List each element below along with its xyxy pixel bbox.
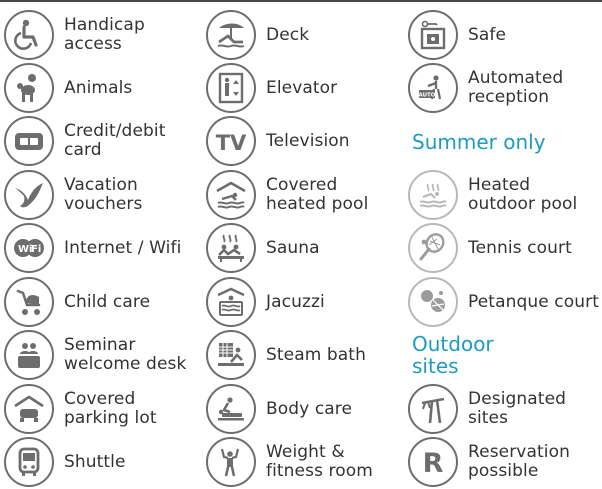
amenity-label: Handicap access (64, 15, 145, 54)
amenity-internet-wifi: Wi Fi Internet / Wifi (4, 221, 181, 275)
amenity-credit-card: Credit/debit card (4, 114, 179, 168)
amenity-label: Covered heated pool (266, 175, 369, 214)
amenity-petanque-court: Petanque court (408, 275, 599, 329)
amenity-label: Automated reception (468, 68, 564, 107)
amenity-vacation-vouchers: Vacation vouchers (4, 168, 164, 222)
reservation-letter: R (423, 448, 444, 479)
amenity-label: Covered parking lot (64, 389, 157, 428)
safe-icon (408, 10, 458, 60)
amenity-tennis-court: Tennis court (408, 221, 572, 275)
massage-icon (206, 384, 256, 434)
amenity-television: TV Television (206, 114, 350, 168)
people-desk-icon (4, 330, 54, 380)
amenity-animals: Animals (4, 61, 132, 115)
amenity-handicap-access: Handicap access (4, 8, 206, 62)
bus-icon (4, 437, 54, 487)
amenity-label: Heated outdoor pool (468, 175, 578, 214)
heated-outdoor-pool-icon (408, 170, 458, 220)
auto-reception-icon: AUTO (408, 63, 458, 113)
amenity-label: Petanque court (468, 291, 599, 312)
amenity-label: Tennis court (468, 237, 572, 258)
amenity-label: Steam bath (266, 344, 366, 365)
amenity-label: Credit/debit card (64, 121, 166, 160)
tv-icon: TV (206, 116, 256, 166)
amenity-label: Internet / Wifi (64, 237, 182, 258)
reservation-icon: R (408, 437, 458, 487)
amenity-deck: Deck (206, 8, 309, 62)
stroller-icon (4, 277, 54, 327)
top-divider (0, 0, 602, 2)
sauna-icon (206, 223, 256, 273)
amenity-automated-reception: AUTO Automated reception (408, 61, 568, 115)
amenity-label: Vacation vouchers (64, 175, 143, 214)
poodle-icon (4, 63, 54, 113)
amenity-designated-sites: Designated sites (408, 382, 602, 436)
amenity-covered-parking: Covered parking lot (4, 382, 194, 436)
jacuzzi-icon (206, 277, 256, 327)
amenity-label: Shuttle (64, 451, 126, 472)
wheelchair-icon (4, 10, 54, 60)
amenity-sauna: Sauna (206, 221, 320, 275)
covered-pool-icon (206, 170, 256, 220)
amenity-label: Reservation possible (468, 442, 570, 481)
amenity-label: Designated sites (468, 389, 567, 428)
designated-sites-icon (408, 384, 458, 434)
amenity-label: Deck (266, 24, 310, 45)
tv-icon-text: TV (216, 131, 247, 155)
petanque-icon (408, 277, 458, 327)
amenity-label: Weight & fitness room (266, 442, 373, 481)
bird-icon (4, 170, 54, 220)
amenity-label: Sauna (266, 237, 320, 258)
fitness-icon (206, 437, 256, 487)
tennis-icon (408, 223, 458, 273)
section-title-summer: Summer only (412, 130, 546, 154)
deckchair-icon (206, 10, 256, 60)
steam-bath-icon (206, 330, 256, 380)
amenity-jacuzzi: Jacuzzi (206, 275, 325, 329)
amenity-label: Safe (468, 24, 507, 45)
amenity-heated-outdoor-pool: Heated outdoor pool (408, 168, 598, 222)
auto-text: AUTO (419, 93, 436, 99)
wifi-icon: Wi Fi (4, 223, 54, 273)
amenity-child-care: Child care (4, 275, 150, 329)
amenity-covered-heated-pool: Covered heated pool (206, 168, 376, 222)
amenity-elevator: Elevator (206, 61, 337, 115)
section-title-outdoor: Outdoor sites (412, 332, 494, 378)
elevator-icon (206, 63, 256, 113)
amenity-label: Television (266, 130, 350, 151)
car-shelter-icon (4, 384, 54, 434)
amenity-label: Seminar welcome desk (64, 335, 187, 374)
amenity-steam-bath: Steam bath (206, 328, 366, 382)
amenity-label: Elevator (266, 77, 338, 98)
svg-text:Fi: Fi (31, 244, 41, 255)
amenity-label: Animals (64, 77, 133, 98)
credit-card-icon (4, 116, 54, 166)
amenity-label: Body care (266, 398, 353, 419)
amenity-seminar-welcome-desk: Seminar welcome desk (4, 328, 189, 382)
amenity-safe: Safe (408, 8, 506, 62)
amenity-body-care: Body care (206, 382, 352, 436)
amenity-label: Jacuzzi (266, 291, 325, 312)
amenity-label: Child care (64, 291, 151, 312)
